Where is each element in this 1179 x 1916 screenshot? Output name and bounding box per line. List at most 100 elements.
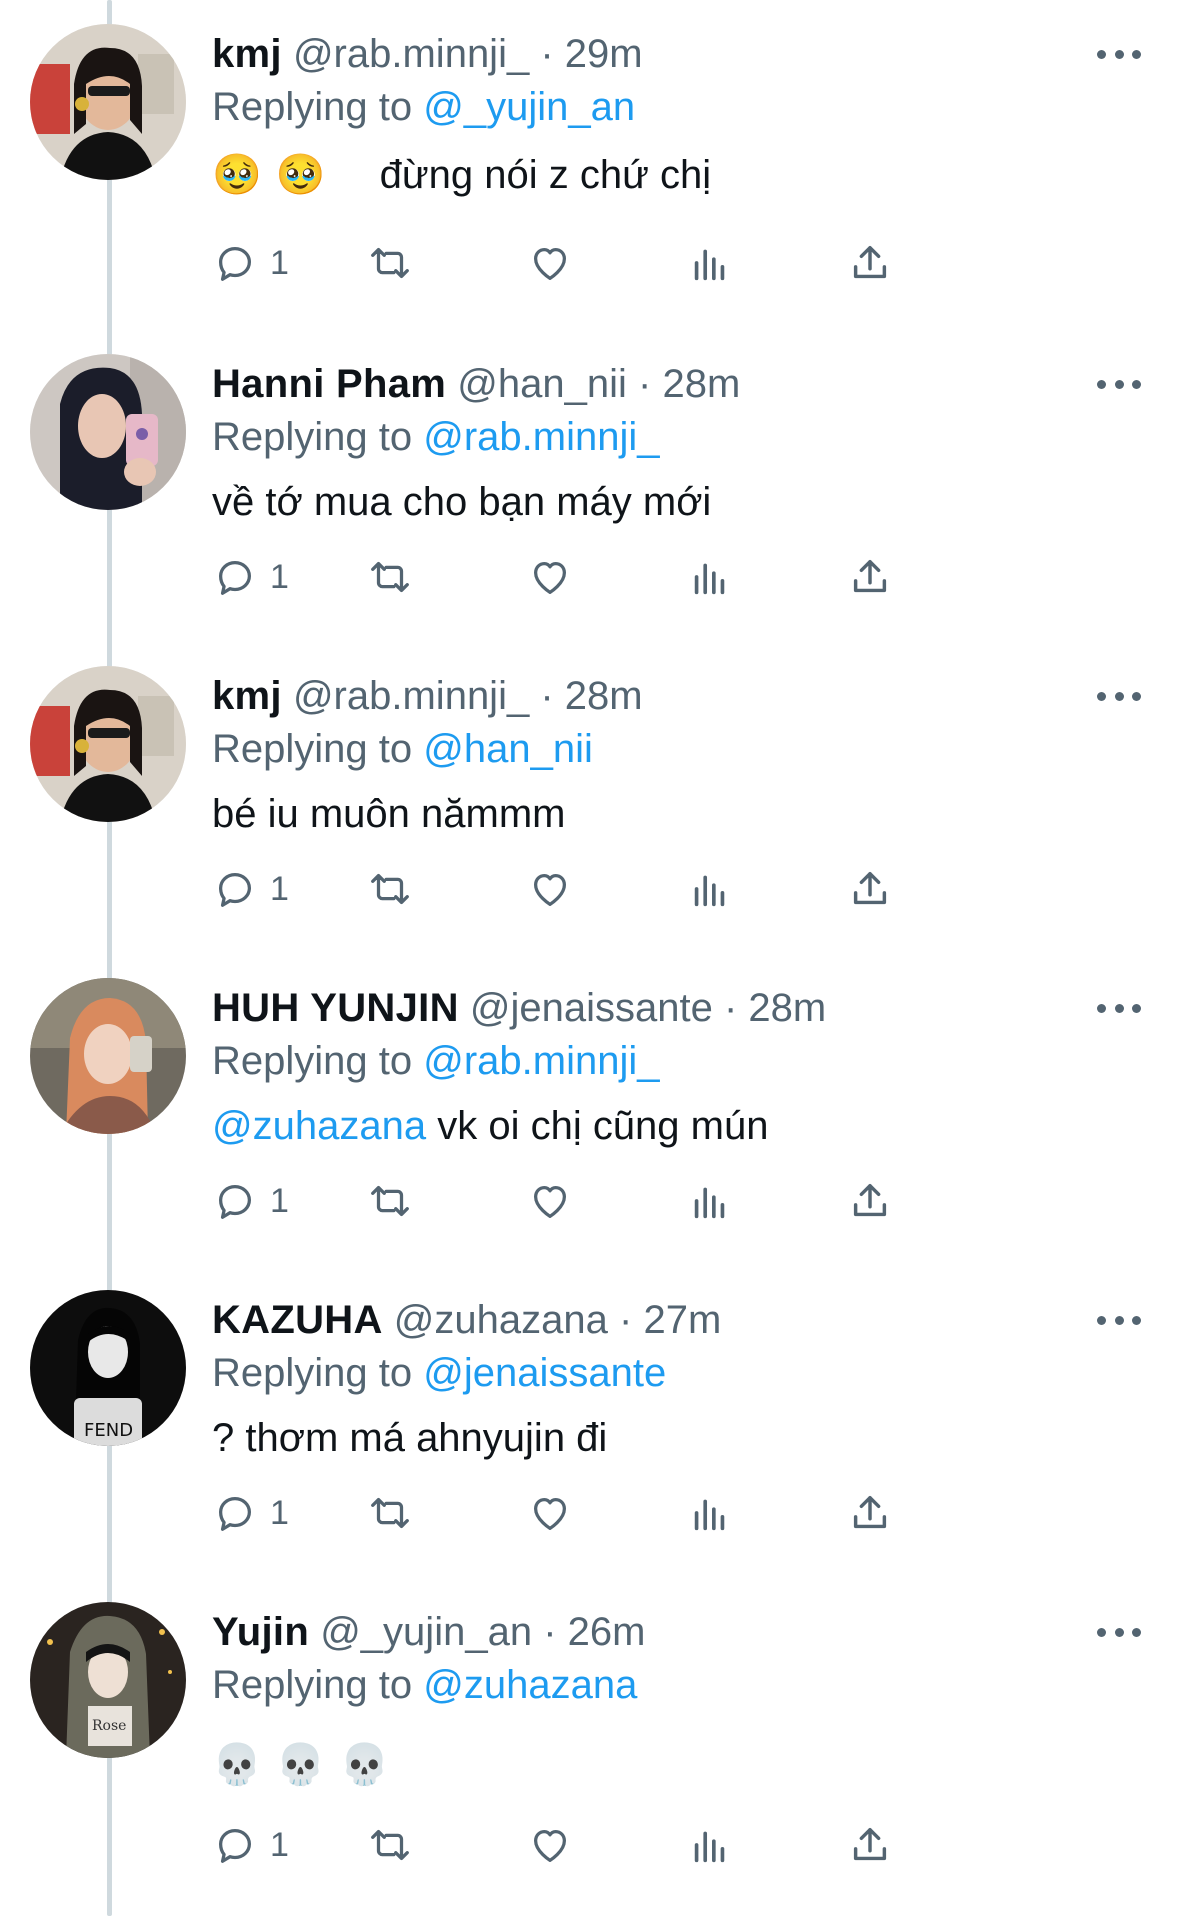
timestamp[interactable]: 26m [568,1610,646,1654]
share-button[interactable] [847,864,893,914]
timestamp[interactable]: 28m [662,362,740,406]
replying-to-label: Replying to [212,727,413,771]
like-button[interactable] [527,864,573,914]
tweet[interactable]: kmj @rab.minnji_ · 28m Replying to @han_… [0,642,1179,954]
reply-count: 1 [270,557,289,596]
more-options-icon[interactable] [1097,998,1141,1018]
user-handle[interactable]: @rab.minnji_ [293,674,529,718]
like-button[interactable] [527,1176,573,1226]
more-options-icon[interactable] [1097,1622,1141,1642]
display-name[interactable]: Yujin [212,1610,309,1654]
retweet-button[interactable] [367,238,413,288]
tweet-text-content: vk oi chị cũng mún [426,1104,769,1148]
tweet[interactable]: HUH YUNJIN @jenaissante · 28m Replying t… [0,954,1179,1266]
tweet-text: ? thơm má ahnyujin đi [212,1416,608,1460]
display-name[interactable]: Hanni Pham [212,362,446,406]
timestamp[interactable]: 29m [565,32,643,76]
timestamp[interactable]: 28m [748,986,826,1030]
views-button[interactable] [687,1820,733,1870]
timestamp[interactable]: 27m [643,1298,721,1342]
tweet-header: Hanni Pham @han_nii · 28m [212,360,1059,408]
share-button[interactable] [847,1820,893,1870]
tweet-text: 💀 💀 💀 [212,1740,389,1790]
reply-button[interactable]: 1 [212,1488,289,1538]
reply-button[interactable]: 1 [212,1820,289,1870]
replying-to-mention[interactable]: @rab.minnji_ [423,415,659,459]
user-handle[interactable]: @jenaissante [470,986,713,1030]
views-button[interactable] [687,552,733,602]
user-handle[interactable]: @rab.minnji_ [293,32,529,76]
views-button[interactable] [687,238,733,288]
tweet-header: kmj @rab.minnji_ · 28m [212,672,1059,720]
replying-to-label: Replying to [212,1039,413,1083]
body-mention[interactable]: @zuhazana [212,1104,426,1148]
share-button[interactable] [847,1488,893,1538]
timestamp[interactable]: 28m [565,674,643,718]
avatar[interactable] [30,354,186,510]
reply-button[interactable]: 1 [212,238,289,288]
views-button[interactable] [687,864,733,914]
retweet-button[interactable] [367,864,413,914]
reply-button[interactable]: 1 [212,864,289,914]
views-button[interactable] [687,1176,733,1226]
separator-dot: · [540,674,554,718]
share-icon [853,1495,887,1529]
more-options-icon[interactable] [1097,44,1141,64]
user-handle[interactable]: @han_nii [457,362,627,406]
retweet-button[interactable] [367,1488,413,1538]
tweet[interactable]: kmj @rab.minnji_ · 29m Replying to @_yuj… [0,0,1179,312]
display-name[interactable]: KAZUHA [212,1298,383,1342]
avatar[interactable] [30,666,186,822]
like-button[interactable] [527,238,573,288]
retweet-button[interactable] [367,552,413,602]
more-options-icon[interactable] [1097,686,1141,706]
pleading-emoji: 🥹 [275,153,326,197]
views-icon [694,563,725,595]
share-button[interactable] [847,552,893,602]
share-button[interactable] [847,1176,893,1226]
tweet-header: kmj @rab.minnji_ · 29m [212,30,1059,78]
like-button[interactable] [527,1820,573,1870]
replying-to-label: Replying to [212,415,413,459]
tweet-text-content: đừng nói z chứ chị [379,153,712,197]
more-options-icon[interactable] [1097,1310,1141,1330]
action-bar: 1 [212,1488,1052,1538]
replying-to-mention[interactable]: @_yujin_an [423,85,635,129]
replying-to-mention[interactable]: @rab.minnji_ [423,1039,659,1083]
share-button[interactable] [847,238,893,288]
avatar[interactable]: Rose [30,1602,186,1758]
more-options-icon[interactable] [1097,374,1141,394]
separator-dot: · [723,986,738,1030]
display-name[interactable]: kmj [212,32,282,76]
reply-button[interactable]: 1 [212,552,289,602]
avatar[interactable] [30,24,186,180]
avatar[interactable] [30,978,186,1134]
display-name[interactable]: kmj [212,674,282,718]
retweet-icon [371,873,409,905]
like-button[interactable] [527,1488,573,1538]
tweet[interactable]: Hanni Pham @han_nii · 28m Replying to @r… [0,330,1179,642]
tweet[interactable]: FEND KAZUHA @zuhazana · 27m Replying to … [0,1266,1179,1578]
display-name[interactable]: HUH YUNJIN [212,986,459,1030]
retweet-button[interactable] [367,1820,413,1870]
replying-to-mention[interactable]: @zuhazana [423,1663,637,1707]
separator-dot: · [619,1298,633,1342]
replying-to-mention[interactable]: @jenaissante [423,1351,666,1395]
separator-dot: · [543,1610,557,1654]
tweet-header: HUH YUNJIN @jenaissante · 28m [212,984,1059,1032]
replying-to-mention[interactable]: @han_nii [423,727,593,771]
heart-icon [533,873,567,906]
reply-button[interactable]: 1 [212,1176,289,1226]
retweet-button[interactable] [367,1176,413,1226]
like-button[interactable] [527,552,573,602]
action-bar: 1 [212,238,1052,288]
tweet[interactable]: Rose Yujin @_yujin_an · 26m Replying to … [0,1578,1179,1916]
user-handle[interactable]: @_yujin_an [320,1610,532,1654]
avatar[interactable]: FEND [30,1290,186,1446]
svg-text:Rose: Rose [92,1718,126,1734]
retweet-icon [371,1829,409,1861]
user-handle[interactable]: @zuhazana [394,1298,608,1342]
tweet-text: @zuhazana vk oi chị cũng mún [212,1101,768,1151]
views-button[interactable] [687,1488,733,1538]
pleading-emoji: 🥹 [212,153,262,197]
